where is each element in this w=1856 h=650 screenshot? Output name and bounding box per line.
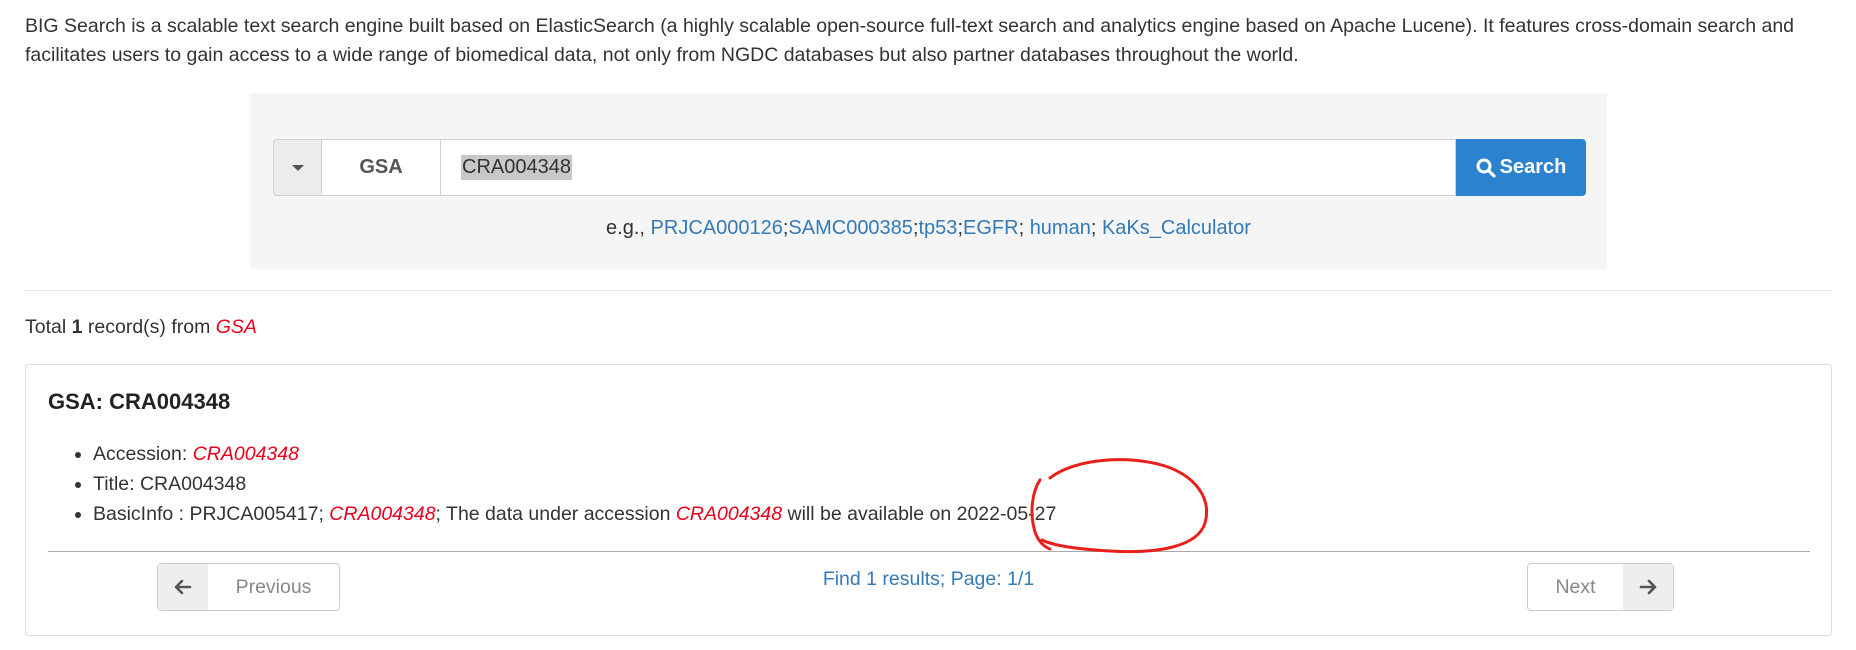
list-item: Title: CRA004348	[93, 469, 1056, 499]
search-button[interactable]: Search	[1456, 139, 1586, 196]
result-card: GSA: CRA004348 Accession: CRA004348 Titl…	[25, 364, 1832, 636]
search-input-wrapper[interactable]: CRA004348	[440, 139, 1456, 196]
search-icon	[1476, 158, 1496, 178]
basic-label: BasicInfo : PRJCA005417;	[93, 503, 330, 525]
search-button-label: Search	[1499, 156, 1567, 178]
search-examples: e.g., PRJCA000126;SAMC000385;tp53;EGFR; …	[606, 217, 1251, 239]
total-middle: record(s) from	[82, 316, 216, 338]
basic-tail: will be available on 2022-05-27	[782, 503, 1057, 525]
card-divider	[48, 551, 1810, 552]
results-summary: Total 1 record(s) from GSA	[25, 316, 257, 339]
examples-prefix: e.g.,	[606, 217, 651, 239]
search-input[interactable]: CRA004348	[461, 155, 572, 180]
database-selected-label[interactable]: GSA	[321, 139, 440, 196]
search-bar: GSA CRA004348 Search	[273, 139, 1586, 196]
list-item: BasicInfo : PRJCA005417; CRA004348; The …	[93, 499, 1056, 529]
total-count: 1	[71, 316, 83, 338]
accession-value: CRA004348	[192, 443, 299, 465]
example-link[interactable]: human	[1030, 217, 1091, 239]
caret-down-icon	[291, 164, 304, 171]
example-link[interactable]: SAMC000385	[788, 217, 913, 239]
basic-accession-2: CRA004348	[675, 503, 783, 525]
accession-label: Accession:	[93, 443, 193, 465]
database-dropdown-toggle[interactable]	[273, 139, 321, 196]
example-link[interactable]: EGFR	[963, 217, 1019, 239]
basic-accession-1: CRA004348	[329, 503, 436, 525]
intro-description: BIG Search is a scalable text search eng…	[25, 15, 1795, 66]
results-source: GSA	[215, 316, 257, 338]
list-item: Accession: CRA004348	[93, 439, 1056, 469]
basic-middle: ; The data under accession	[435, 503, 676, 525]
result-title[interactable]: GSA: CRA004348	[48, 389, 230, 415]
next-label: Next	[1555, 575, 1596, 598]
next-button[interactable]: Next	[1527, 563, 1674, 611]
arrow-right-icon	[1623, 564, 1673, 610]
title-line: Title: CRA004348	[93, 473, 247, 495]
section-divider	[25, 290, 1831, 291]
result-details: Accession: CRA004348 Title: CRA004348 Ba…	[71, 439, 1056, 529]
example-link[interactable]: tp53	[919, 217, 958, 239]
total-prefix: Total	[25, 316, 72, 338]
example-link[interactable]: KaKs_Calculator	[1102, 217, 1251, 239]
example-link[interactable]: PRJCA000126	[651, 217, 783, 239]
